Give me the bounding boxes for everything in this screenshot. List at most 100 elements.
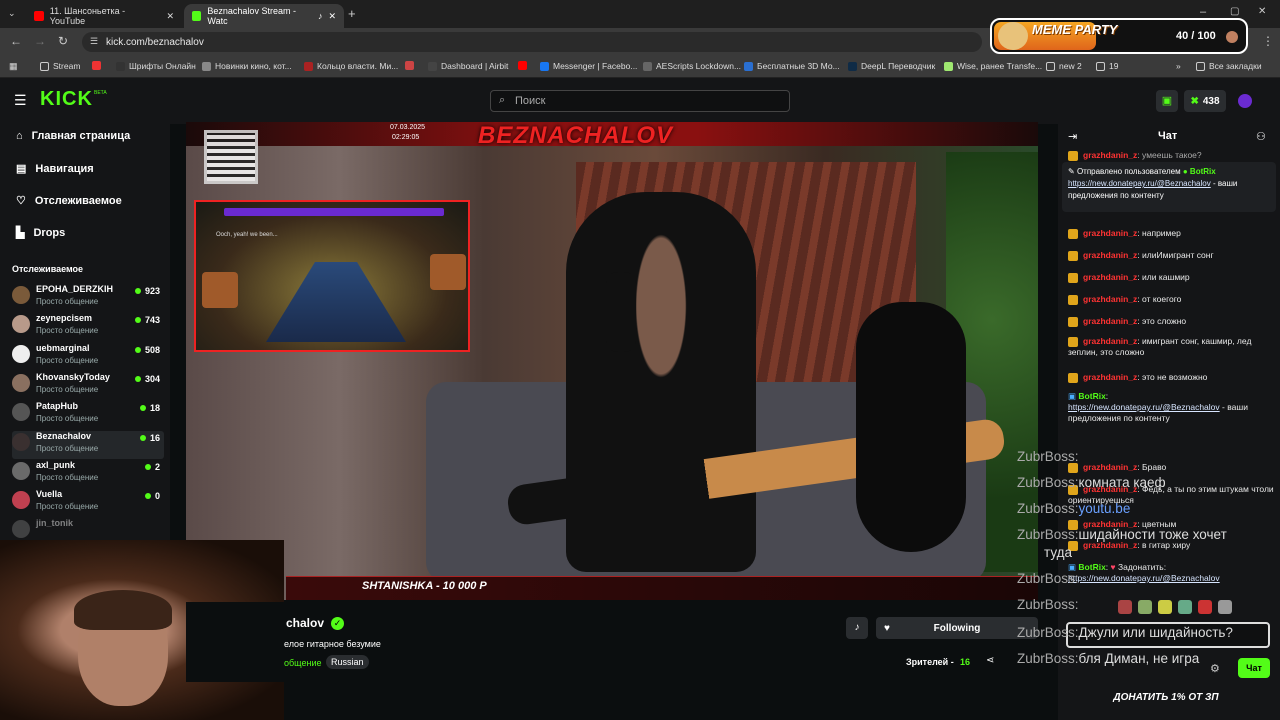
settings-icon[interactable]: ⚙ [1210, 662, 1220, 675]
live-dot-icon [134, 317, 141, 324]
overlay-chat-line: ZubrBoss:youtu.be [1017, 501, 1130, 516]
emote-icon[interactable] [1178, 600, 1192, 614]
sidebar-item-following[interactable]: ♡ Отслеживаемое [16, 194, 122, 208]
notifications-button[interactable]: ♪ [846, 617, 868, 639]
all-bookmarks[interactable]: Все закладки [1196, 61, 1262, 71]
pinned-message[interactable]: ✎ Отправлено пользователем ● BotRix http… [1062, 162, 1276, 212]
minimize-icon[interactable]: – [1200, 6, 1206, 18]
kicks-button[interactable]: ✖ 438 [1184, 90, 1226, 112]
back-icon[interactable]: ← [10, 34, 22, 48]
sidebar-channel[interactable]: axl_punk Просто общение 2 [12, 460, 164, 488]
chat-text: илиИмигрант сонг [1142, 250, 1214, 260]
avatar [12, 461, 30, 480]
sidebar-channel[interactable]: Vuella Просто общение 0 [12, 489, 164, 517]
channel-name[interactable]: chalov [286, 616, 324, 630]
sidebar-item-home[interactable]: ⌂ Главная страница [16, 130, 130, 142]
sidebar-item-drops[interactable]: ▙ Drops [16, 226, 65, 240]
channel-category: Просто общение [36, 472, 99, 482]
window-close-icon[interactable]: ✕ [1258, 6, 1266, 17]
search-input[interactable]: ⌕ Поиск [490, 90, 790, 112]
bookmark-item[interactable]: DeepL Переводчик [848, 61, 935, 71]
chat-title: Чат [1158, 130, 1178, 142]
send-chat-button[interactable]: Чат [1238, 658, 1270, 678]
browse-icon: ▤ [16, 163, 27, 175]
channel-name: Beznachalov [36, 430, 92, 441]
share-icon[interactable]: ⋖ [986, 655, 994, 666]
emote-icon[interactable] [1158, 600, 1172, 614]
profile-avatar[interactable] [1238, 94, 1252, 108]
emote-icon[interactable] [1218, 600, 1232, 614]
close-icon[interactable]: ✕ [166, 11, 174, 22]
tab-youtube[interactable]: 11. Шансоньетка - YouTube ✕ [26, 4, 182, 28]
emote-icon[interactable] [1198, 600, 1212, 614]
bookmark-item[interactable]: Новинки кино, кот... [202, 61, 292, 71]
bookmark-item[interactable]: Кольцо власти. Ми... [304, 61, 398, 71]
menu-dots-icon[interactable]: ⋮ [1262, 34, 1274, 48]
tab-kick[interactable]: Beznachalov Stream - Watc ♪ ✕ [184, 4, 344, 28]
stream-studio-button[interactable]: ▣ [1156, 90, 1178, 112]
folder-icon [1046, 61, 1055, 71]
tab-search-icon[interactable]: ⌄ [8, 8, 16, 19]
bookmark-item[interactable]: Messenger | Facebo... [540, 61, 637, 71]
kick-logo[interactable]: KICK [40, 88, 93, 111]
bookmark-item[interactable]: AEScripts Lockdown... [643, 61, 741, 71]
chat-username[interactable]: grazhdanin_z [1083, 336, 1137, 346]
collapse-chat-icon[interactable]: ⇥ [1068, 130, 1077, 143]
bookmark-item[interactable]: Stream [40, 61, 80, 71]
close-icon[interactable]: ✕ [328, 11, 336, 22]
avatar [12, 344, 30, 363]
overlay-username: ZubrBoss: [1017, 475, 1079, 490]
follow-button[interactable]: ♥ Following [876, 617, 1038, 639]
url-input[interactable]: ☰ kick.com/beznachalov [82, 32, 982, 52]
tag-language[interactable]: Russian [326, 655, 369, 669]
emote-strip[interactable] [1118, 600, 1276, 616]
maximize-icon[interactable]: ▢ [1230, 6, 1239, 17]
sidebar-channel[interactable]: EPOHA_DERZKIH Просто общение 923 [12, 284, 164, 312]
forward-icon[interactable]: → [34, 34, 46, 48]
emote-icon[interactable] [1138, 600, 1152, 614]
hamburger-icon[interactable]: ☰ [14, 92, 27, 109]
bookmark-item[interactable]: Wise, ранее Transfe... [944, 61, 1042, 71]
bookmark-item[interactable]: new 2 [1046, 61, 1082, 71]
channel-name: KhovanskyToday [36, 371, 110, 382]
viewer-count: 18 [139, 403, 160, 413]
reload-icon[interactable]: ↻ [58, 34, 68, 48]
bookmark-item[interactable]: Бесплатные 3D Мо... [744, 61, 840, 71]
sidebar-channel[interactable]: KhovanskyToday Просто общение 304 [12, 372, 164, 400]
chat-username[interactable]: grazhdanin_z [1083, 228, 1137, 238]
sidebar-channel[interactable]: Beznachalov Просто общение 16 [12, 430, 164, 459]
channel-category: Просто общение [36, 297, 99, 306]
sidebar-channel[interactable]: PatapHub Просто общение 18 [12, 401, 164, 429]
donate-link[interactable]: https://new.donatepay.ru/@Beznachalov [1068, 573, 1220, 583]
botrix-username[interactable]: BotRix [1078, 391, 1105, 401]
bookmark-icon [304, 61, 313, 71]
new-tab-icon[interactable]: + [348, 6, 356, 21]
chat-username[interactable]: grazhdanin_z [1083, 294, 1137, 304]
pinned-link[interactable]: https://new.donatepay.ru/@Beznachalov [1068, 179, 1211, 188]
chevron-right-icon[interactable]: » [1176, 61, 1181, 71]
sidebar-item-browse[interactable]: ▤ Навигация [16, 162, 94, 176]
bookmark-item[interactable] [92, 61, 101, 70]
bookmark-item[interactable]: 19 [1096, 61, 1118, 71]
apps-icon[interactable]: ▦ [9, 61, 18, 72]
speaker-icon[interactable]: ♪ [318, 11, 323, 21]
chat-username[interactable]: grazhdanin_z [1083, 250, 1137, 260]
users-icon[interactable]: ⚇ [1256, 130, 1266, 143]
emote-icon[interactable] [1118, 600, 1132, 614]
donation-text: SHTANISHKA - 10 000 Р [362, 580, 487, 592]
bookmark-item[interactable]: Шрифты Онлайн [116, 61, 196, 71]
video-player[interactable]: BEZNACHALOV 07.03.2025 02:29:05 Ooch, ye… [186, 122, 1038, 600]
chat-username[interactable]: grazhdanin_z [1083, 372, 1137, 382]
game-inset: Ooch, yeah! we been... [194, 200, 470, 352]
chat-username[interactable]: grazhdanin_z [1083, 272, 1137, 282]
bookmark-item[interactable] [405, 61, 414, 70]
bookmark-item[interactable] [518, 61, 527, 70]
sidebar-channel[interactable]: uebmarginal Просто общение 508 [12, 343, 164, 371]
chat-username[interactable]: grazhdanin_z [1083, 462, 1137, 472]
bookmark-item[interactable]: Dashboard | Airbit [428, 61, 508, 71]
sidebar-channel[interactable]: zeynepcisem Просто общение 743 [12, 313, 164, 341]
site-info-icon[interactable]: ☰ [90, 36, 98, 47]
donate-link[interactable]: https://new.donatepay.ru/@Beznachalov [1068, 402, 1220, 412]
chat-username[interactable]: grazhdanin_z [1083, 316, 1137, 326]
category-link[interactable]: общение [284, 658, 321, 668]
